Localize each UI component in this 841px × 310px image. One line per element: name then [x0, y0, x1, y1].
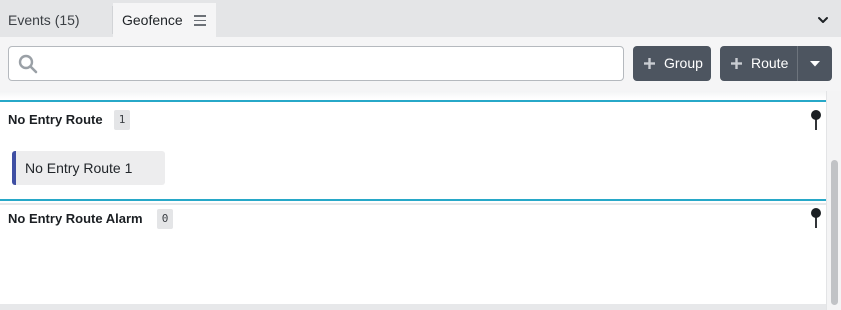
route-group-title[interactable]: No Entry Route	[8, 112, 103, 128]
tab-geofence-label: Geofence	[122, 12, 183, 28]
scrollbar-thumb[interactable]	[831, 160, 838, 305]
route-dropdown-button[interactable]	[797, 46, 832, 81]
route-group: No Entry Route 1 No Entry Route 1	[0, 100, 826, 208]
list-bottom-edge	[0, 304, 826, 310]
add-group-button-label: Group	[664, 55, 703, 71]
route-item[interactable]: No Entry Route 1	[12, 151, 165, 185]
tab-geofence[interactable]: Geofence	[113, 3, 216, 37]
route-count-badge: 0	[157, 209, 173, 229]
plus-icon	[731, 58, 742, 69]
search-icon	[18, 54, 38, 74]
chevron-down-icon[interactable]	[815, 12, 831, 28]
route-list: No Entry Route 1 No Entry Route 1 No Ent…	[0, 91, 826, 310]
tab-bar: Events (15) Geofence	[0, 0, 841, 37]
add-route-button[interactable]: Route	[720, 46, 797, 81]
route-group: No Entry Route Alarm 0	[0, 199, 826, 310]
tab-events[interactable]: Events (15)	[0, 3, 113, 37]
caret-down-icon	[810, 60, 820, 66]
add-group-button[interactable]: Group	[633, 46, 711, 81]
search-box[interactable]	[8, 46, 624, 81]
section-divider	[0, 203, 826, 205]
tab-events-label: Events (15)	[8, 12, 80, 28]
search-input[interactable]	[49, 49, 615, 78]
scroll-fade	[0, 91, 826, 99]
hamburger-menu-icon[interactable]	[194, 15, 206, 26]
toolbar: Group Route	[0, 37, 841, 91]
route-group-title[interactable]: No Entry Route Alarm	[8, 211, 143, 227]
map-pin-icon[interactable]	[810, 109, 822, 131]
add-route-button-label: Route	[751, 55, 789, 71]
vertical-scrollbar[interactable]	[826, 91, 841, 310]
map-pin-icon[interactable]	[810, 207, 822, 229]
route-count-badge: 1	[114, 110, 130, 130]
plus-icon	[644, 58, 655, 69]
